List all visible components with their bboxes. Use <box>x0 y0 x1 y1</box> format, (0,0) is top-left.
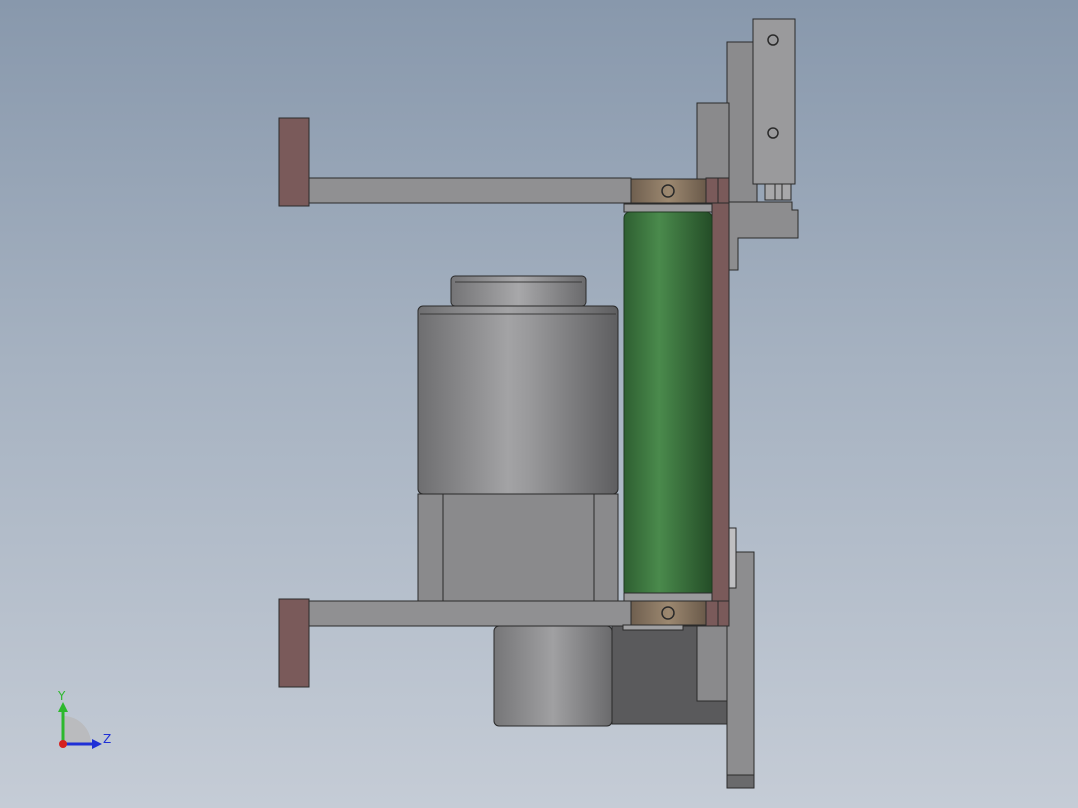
x-axis-icon <box>59 740 67 748</box>
drive-motor[interactable] <box>417 275 619 602</box>
lower-drive-unit[interactable] <box>493 625 731 727</box>
bottom-plate-assembly[interactable] <box>726 527 755 789</box>
cad-viewport[interactable]: Y Z <box>0 0 1078 808</box>
gearbox-housing[interactable] <box>417 493 619 602</box>
bottom-plate-foot <box>726 774 755 789</box>
motor-body[interactable] <box>417 305 619 495</box>
y-axis-label: Y <box>57 689 66 703</box>
assembly-drawing[interactable]: Y Z <box>0 0 1078 808</box>
z-axis-label: Z <box>103 732 111 746</box>
lower-mount-block[interactable] <box>696 625 728 702</box>
side-frame-plate[interactable] <box>711 201 730 603</box>
upper-arm-end-pad[interactable] <box>278 117 310 207</box>
top-slide-carriage[interactable] <box>752 18 796 185</box>
green-roller[interactable] <box>623 203 713 602</box>
slide-shaft-end[interactable] <box>764 183 792 201</box>
upper-shaft-collar[interactable] <box>630 178 707 204</box>
lower-collar-washer <box>622 624 684 631</box>
top-angle-bracket[interactable] <box>728 201 799 271</box>
upper-arm[interactable] <box>278 117 632 207</box>
lower-arm-end-pad[interactable] <box>278 598 310 688</box>
lower-arm[interactable] <box>278 598 310 688</box>
top-mount-block[interactable] <box>696 102 730 182</box>
motor-end-cap[interactable] <box>450 275 587 307</box>
roller-top-ring <box>623 203 713 213</box>
roller-bottom-ring <box>623 592 713 602</box>
roller-body[interactable] <box>623 211 713 598</box>
lower-motor-body[interactable] <box>493 625 613 727</box>
triad-plane-wedge <box>63 716 91 744</box>
upper-arm-bar[interactable] <box>308 177 632 204</box>
bottom-plate-spacer <box>728 527 737 589</box>
lower-arm-bar[interactable] <box>308 600 632 627</box>
y-axis-arrow-icon <box>58 702 68 712</box>
z-axis-arrow-icon <box>92 739 102 749</box>
lower-shaft-collar[interactable] <box>630 600 707 626</box>
coordinate-triad: Y Z <box>57 689 111 749</box>
